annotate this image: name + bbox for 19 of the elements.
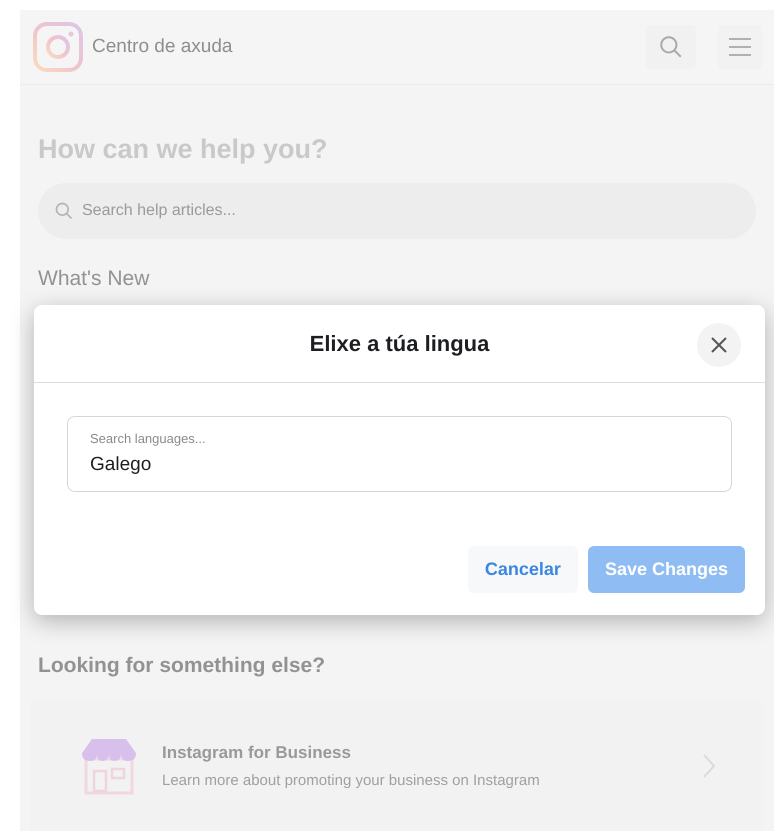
card-title: Instagram for Business	[162, 742, 352, 764]
search-icon	[658, 34, 684, 60]
language-input[interactable]: Galego	[90, 450, 709, 479]
header-title: Centro de axuda	[92, 34, 232, 58]
close-icon	[709, 335, 729, 355]
chevron-right-icon	[702, 753, 716, 779]
search-icon	[54, 201, 74, 221]
dialog-title: Elixe a túa lingua	[310, 330, 490, 358]
language-search-field[interactable]: Search languages... Galego	[67, 416, 732, 492]
help-search-field[interactable]: Search help articles...	[38, 183, 756, 239]
section-heading: What's New	[38, 266, 150, 292]
menu-icon	[727, 36, 753, 58]
section-heading: Looking for something else?	[38, 652, 326, 678]
camera-logo-icon	[32, 20, 84, 73]
field-label: Search languages...	[90, 430, 207, 448]
search-button[interactable]	[646, 24, 696, 69]
card-description: Learn more about promoting your business on Instagram	[162, 770, 541, 790]
cancel-button[interactable]: Cancelar	[468, 546, 578, 593]
close-button[interactable]	[697, 323, 741, 367]
